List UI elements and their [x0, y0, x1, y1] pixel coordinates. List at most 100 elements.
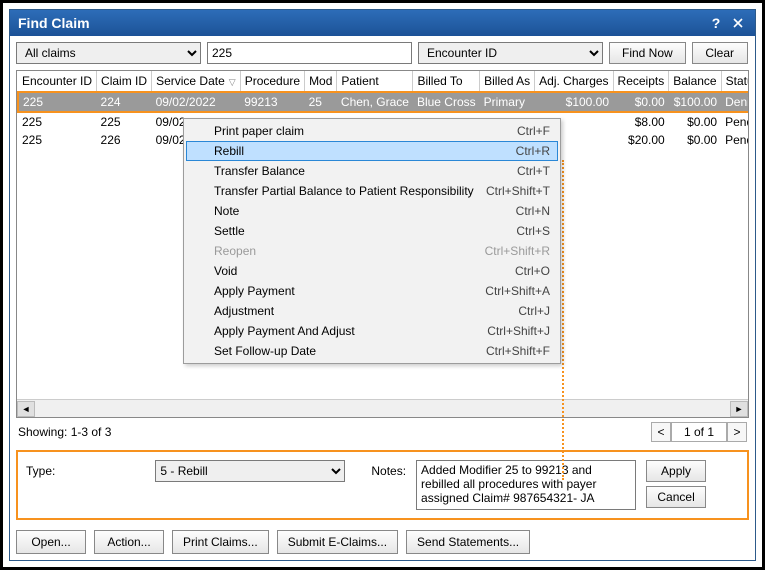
apply-button[interactable]: Apply	[646, 460, 706, 482]
cell: $100.00	[535, 92, 613, 112]
cell: 225	[18, 112, 97, 131]
col-mod[interactable]: Mod	[305, 71, 337, 92]
menu-item-label: Transfer Balance	[214, 164, 517, 178]
menu-item-shortcut: Ctrl+Shift+J	[487, 324, 550, 338]
menu-item-apply-payment[interactable]: Apply PaymentCtrl+Shift+A	[186, 281, 558, 301]
field-select[interactable]: Encounter ID	[418, 42, 603, 64]
search-input[interactable]	[207, 42, 412, 64]
submit-eclaims-button[interactable]: Submit E-Claims...	[277, 530, 398, 554]
col-claim[interactable]: Claim ID	[97, 71, 152, 92]
cell: $100.00	[669, 92, 721, 112]
find-claim-dialog: Find Claim ? All claims Encounter ID Fin…	[9, 9, 756, 561]
send-statements-button[interactable]: Send Statements...	[406, 530, 530, 554]
page-label: 1 of 1	[671, 422, 727, 442]
menu-item-note[interactable]: NoteCtrl+N	[186, 201, 558, 221]
col-status[interactable]: Status	[721, 71, 749, 92]
cell: 225	[97, 112, 152, 131]
col-billed-as[interactable]: Billed As	[480, 71, 535, 92]
help-button[interactable]: ?	[707, 14, 725, 32]
callout-connector	[562, 160, 564, 480]
cell: 224	[97, 92, 152, 112]
menu-item-shortcut: Ctrl+Shift+R	[485, 244, 550, 258]
cell: Pending insurance	[721, 112, 749, 131]
col-balance[interactable]: Balance	[669, 71, 721, 92]
open-button[interactable]: Open...	[16, 530, 86, 554]
cell: 99213	[240, 92, 304, 112]
menu-item-adjustment[interactable]: AdjustmentCtrl+J	[186, 301, 558, 321]
menu-item-label: Reopen	[214, 244, 485, 258]
menu-item-label: Set Follow-up Date	[214, 344, 486, 358]
cell: $0.00	[669, 131, 721, 149]
find-now-button[interactable]: Find Now	[609, 42, 686, 64]
cell: Denied	[721, 92, 749, 112]
menu-item-label: Note	[214, 204, 516, 218]
cell: 226	[97, 131, 152, 149]
menu-item-print-paper-claim[interactable]: Print paper claimCtrl+F	[186, 121, 558, 141]
title-bar: Find Claim ?	[10, 10, 755, 36]
clear-button[interactable]: Clear	[692, 42, 748, 64]
pager: < 1 of 1 >	[651, 422, 747, 442]
menu-item-shortcut: Ctrl+O	[515, 264, 550, 278]
notes-label: Notes:	[371, 460, 406, 478]
menu-item-settle[interactable]: SettleCtrl+S	[186, 221, 558, 241]
menu-item-label: Print paper claim	[214, 124, 517, 138]
grid-header-row: Encounter ID Claim ID Service Date Proce…	[18, 71, 749, 92]
menu-item-shortcut: Ctrl+T	[517, 164, 550, 178]
cell: $0.00	[613, 92, 669, 112]
filter-bar: All claims Encounter ID Find Now Clear	[10, 36, 755, 70]
col-encounter[interactable]: Encounter ID	[18, 71, 97, 92]
cell: 225	[18, 131, 97, 149]
menu-item-label: Rebill	[214, 144, 516, 158]
menu-item-void[interactable]: VoidCtrl+O	[186, 261, 558, 281]
menu-item-shortcut: Ctrl+J	[518, 304, 550, 318]
menu-item-label: Apply Payment And Adjust	[214, 324, 487, 338]
menu-item-label: Adjustment	[214, 304, 518, 318]
cell: $8.00	[613, 112, 669, 131]
menu-item-label: Apply Payment	[214, 284, 485, 298]
menu-item-label: Void	[214, 264, 515, 278]
menu-item-label: Settle	[214, 224, 516, 238]
cell: 25	[305, 92, 337, 112]
scope-select[interactable]: All claims	[16, 42, 201, 64]
action-button[interactable]: Action...	[94, 530, 164, 554]
page-next-button[interactable]: >	[727, 422, 747, 442]
cancel-button[interactable]: Cancel	[646, 486, 706, 508]
menu-item-transfer-partial-balance-to-patient-responsibility[interactable]: Transfer Partial Balance to Patient Resp…	[186, 181, 558, 201]
menu-item-rebill[interactable]: RebillCtrl+R	[186, 141, 558, 161]
col-billed-to[interactable]: Billed To	[413, 71, 480, 92]
cell: $0.00	[669, 112, 721, 131]
dialog-title: Find Claim	[18, 15, 90, 31]
context-menu: Print paper claimCtrl+FRebillCtrl+RTrans…	[183, 118, 561, 364]
type-select[interactable]: 5 - Rebill	[155, 460, 345, 482]
col-patient[interactable]: Patient	[337, 71, 413, 92]
menu-item-shortcut: Ctrl+Shift+F	[486, 344, 550, 358]
table-row[interactable]: 22522409/02/20229921325Chen, GraceBlue C…	[18, 92, 749, 112]
menu-item-shortcut: Ctrl+R	[516, 144, 550, 158]
col-adj-charges[interactable]: Adj. Charges	[535, 71, 613, 92]
menu-item-set-follow-up-date[interactable]: Set Follow-up DateCtrl+Shift+F	[186, 341, 558, 361]
close-button[interactable]	[729, 14, 747, 32]
scroll-left-arrow[interactable]: ◄	[17, 401, 35, 417]
cell: 225	[18, 92, 97, 112]
col-receipts[interactable]: Receipts	[613, 71, 669, 92]
cell: Primary	[480, 92, 535, 112]
bottom-toolbar: Open... Action... Print Claims... Submit…	[10, 524, 755, 560]
menu-item-shortcut: Ctrl+N	[516, 204, 550, 218]
edit-panel: Type: 5 - Rebill Notes: Apply Cancel	[16, 450, 749, 520]
cell: $20.00	[613, 131, 669, 149]
cell: 09/02/2022	[152, 92, 241, 112]
status-bar: Showing: 1-3 of 3 < 1 of 1 >	[10, 418, 755, 446]
menu-item-shortcut: Ctrl+S	[516, 224, 550, 238]
col-service-date[interactable]: Service Date	[152, 71, 241, 92]
scroll-right-arrow[interactable]: ►	[730, 401, 748, 417]
page-prev-button[interactable]: <	[651, 422, 671, 442]
print-claims-button[interactable]: Print Claims...	[172, 530, 269, 554]
horizontal-scrollbar[interactable]: ◄ ►	[17, 399, 748, 417]
notes-textarea[interactable]	[416, 460, 636, 510]
col-procedure[interactable]: Procedure	[240, 71, 304, 92]
menu-item-transfer-balance[interactable]: Transfer BalanceCtrl+T	[186, 161, 558, 181]
type-label: Type:	[26, 460, 55, 478]
menu-item-reopen: ReopenCtrl+Shift+R	[186, 241, 558, 261]
menu-item-label: Transfer Partial Balance to Patient Resp…	[214, 184, 486, 198]
menu-item-apply-payment-and-adjust[interactable]: Apply Payment And AdjustCtrl+Shift+J	[186, 321, 558, 341]
